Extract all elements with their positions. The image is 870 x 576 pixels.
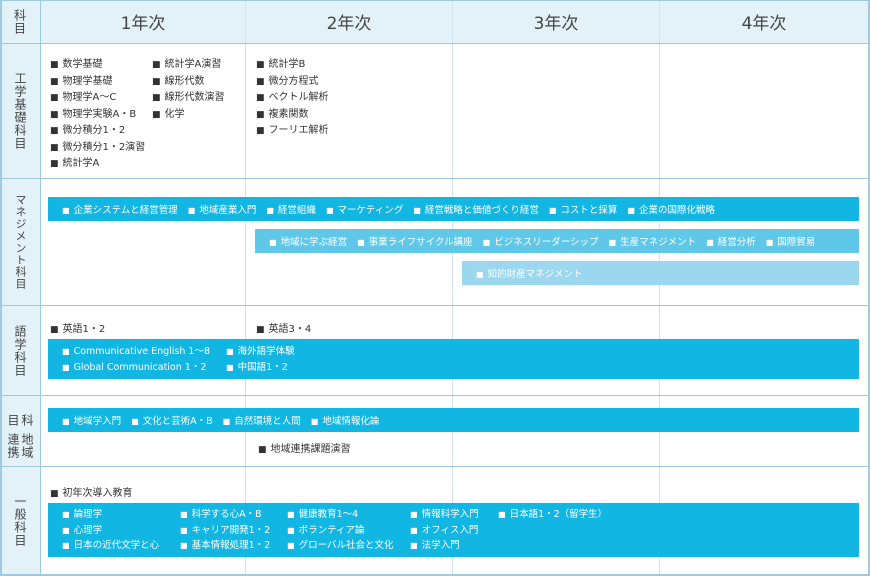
- course-item: 物理学実験A・B: [50, 107, 145, 124]
- course-item: ビジネスリーダーシップ: [483, 234, 598, 248]
- row-divider: [0, 305, 870, 306]
- course-item: 海外語学体験: [226, 344, 295, 360]
- course-item: 生産マネジメント: [609, 234, 696, 248]
- course-item: 物理学基礎: [50, 74, 145, 91]
- curriculum-table: 科目 1年次 2年次 3年次 4年次 工学基礎科目 マネジメント科目 語学科目 …: [0, 0, 870, 576]
- course-item: 微分積分1・2: [50, 123, 145, 140]
- row-divider: [0, 466, 870, 467]
- management-bar-all-years: 企業システムと経営管理 地域産業入門 経営組織 マーケティング 経営戦略と価値づ…: [48, 197, 859, 221]
- row-label-language: 語学科目: [0, 306, 40, 395]
- course-item: 地域情報化論: [311, 413, 379, 427]
- row-divider: [0, 395, 870, 396]
- course-item: キャリア開発1・2: [180, 523, 271, 539]
- course-item: 日本語1・2（留学生）: [498, 507, 608, 523]
- engineering-year1-list-b: 統計学A演習 線形代数 線形代数演習 化学: [152, 57, 225, 123]
- course-item: 情報科学入門: [410, 507, 479, 523]
- course-item: 法学入門: [410, 538, 479, 554]
- course-item: 微分積分1・2演習: [50, 140, 146, 157]
- course-item: 自然環境と人間: [223, 413, 301, 427]
- course-item: オフィス入門: [410, 523, 479, 539]
- course-item: コストと採算: [549, 202, 617, 216]
- row-label-text: 語学科目: [13, 324, 27, 377]
- row-label-line-2: 科目: [6, 414, 34, 427]
- course-item: 心理学: [62, 523, 159, 539]
- row-label-text: 一般科目: [13, 494, 27, 547]
- course-item: ボランティア論: [287, 523, 393, 539]
- column-divider: [245, 0, 246, 576]
- course-item: ベクトル解析: [256, 90, 329, 107]
- course-item: 統計学A: [50, 156, 145, 173]
- bar-column: 論理学 心理学 日本の近代文学と心: [62, 507, 160, 554]
- course-item: 科学する心A・B: [180, 507, 270, 523]
- row-divider: [0, 43, 870, 44]
- engineering-year2-list: 統計学B 微分方程式 ベクトル解析 複素関数 フーリエ解析: [256, 57, 329, 140]
- course-item: Global Communication 1・2: [62, 360, 210, 376]
- row-label-management: マネジメント科目: [0, 179, 40, 305]
- column-divider: [452, 0, 453, 576]
- year-header-4: 4年次: [741, 14, 787, 34]
- language-year2-item: 英語3・4: [256, 320, 312, 335]
- row-label-text: マネジメント科目: [14, 194, 27, 290]
- course-item: 経営組織: [266, 202, 316, 216]
- bar-column: 科学する心A・B キャリア開発1・2 基本情報処理1・2: [180, 507, 271, 554]
- engineering-year1-list-a: 数学基礎 物理学基礎 物理学A～C 物理学実験A・B 微分積分1・2 微分積分1…: [50, 57, 146, 173]
- regional-bar-all-years: 地域学入門 文化と芸術A・B 自然環境と人間 地域情報化論: [48, 408, 859, 432]
- bar-column: 日本語1・2（留学生）: [498, 507, 608, 523]
- course-item: 国際貿易: [766, 234, 815, 248]
- row-label-general: 一般科目: [0, 467, 40, 574]
- course-item: 化学: [152, 107, 225, 124]
- course-item: 経営戦略と価値づくり経営: [413, 202, 539, 216]
- language-year1-item: 英語1・2: [50, 320, 106, 335]
- regional-year2-item: 地域連携課題演習: [258, 440, 351, 455]
- course-item: 経営分析: [706, 234, 756, 248]
- course-item: 複素関数: [256, 107, 329, 124]
- management-bar-year2-4: 地域に学ぶ経営 事業ライフサイクル講座 ビジネスリーダーシップ 生産マネジメント…: [255, 229, 859, 253]
- course-item: 統計学A演習: [152, 57, 225, 74]
- row-label-text: 地域連携 科目: [6, 396, 34, 466]
- row-label-engineering: 工学基礎科目: [0, 44, 40, 178]
- row-label-regional: 地域連携 科目: [0, 396, 40, 466]
- course-item: グローバル社会と文化: [287, 538, 394, 554]
- course-item: 統計学B: [256, 57, 329, 74]
- course-item: 線形代数: [152, 74, 225, 91]
- course-item: 物理学A～C: [50, 90, 145, 107]
- bar-column: 海外語学体験 中国語1・2: [226, 344, 295, 375]
- course-item: 知的財産マネジメント: [476, 266, 583, 280]
- management-bar-year3-4: 知的財産マネジメント: [462, 261, 859, 285]
- course-item: 企業システムと経営管理: [62, 202, 178, 216]
- corner-label: 科目: [12, 8, 27, 35]
- row-divider: [0, 178, 870, 179]
- course-item: 地域に学ぶ経営: [269, 234, 348, 248]
- course-item: 日本の近代文学と心: [62, 538, 160, 554]
- course-item: 事業ライフサイクル講座: [357, 234, 473, 248]
- general-bar-all-years: 論理学 心理学 日本の近代文学と心 科学する心A・B キャリア開発1・2 基本情…: [48, 503, 859, 557]
- course-item: 線形代数演習: [152, 90, 225, 107]
- corner-header: 科目: [0, 0, 40, 43]
- course-item: 基本情報処理1・2: [180, 538, 271, 554]
- column-divider: [659, 0, 660, 576]
- course-item: フーリエ解析: [256, 123, 329, 140]
- column-divider: [40, 0, 41, 576]
- language-bar-all-years: Communicative English 1～8 Global Communi…: [48, 339, 859, 379]
- course-item: 健康教育1～4: [287, 507, 393, 523]
- course-item: Communicative English 1～8: [62, 344, 210, 360]
- row-label-line-1: 地域連携: [6, 432, 34, 459]
- course-item: 地域学入門: [62, 413, 122, 427]
- course-item: 中国語1・2: [226, 360, 295, 376]
- course-item: 微分方程式: [256, 74, 329, 91]
- course-item: 論理学: [62, 507, 159, 523]
- year-header-2: 2年次: [326, 14, 372, 34]
- course-item: 文化と芸術A・B: [131, 413, 213, 427]
- course-item: マーケティング: [326, 202, 404, 216]
- course-item: 企業の国際化戦略: [627, 202, 715, 216]
- course-item: 地域産業入門: [188, 202, 256, 216]
- row-label-text: 工学基礎科目: [13, 72, 27, 150]
- bar-column: 健康教育1～4 ボランティア論 グローバル社会と文化: [287, 507, 394, 554]
- bar-column: 情報科学入門 オフィス入門 法学入門: [410, 507, 479, 554]
- year-header-3: 3年次: [533, 14, 579, 34]
- year-header-1: 1年次: [120, 14, 166, 34]
- bar-column: Communicative English 1～8 Global Communi…: [62, 344, 210, 375]
- general-intro-item: 初年次導入教育: [50, 484, 133, 499]
- course-item: 数学基礎: [50, 57, 145, 74]
